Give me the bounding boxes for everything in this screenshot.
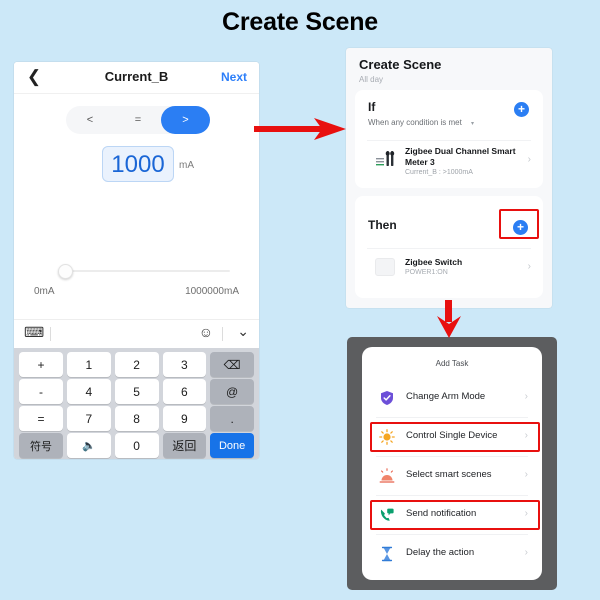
task-row-change-arm-mode[interactable]: Change Arm Mode ›	[362, 379, 542, 417]
value-unit-label: mA	[179, 160, 194, 171]
value-slider-knob[interactable]	[58, 264, 73, 279]
left-navbar: ❮ Current_B Next	[14, 62, 259, 94]
add-condition-button[interactable]: +	[514, 102, 529, 117]
energy-meter-icon	[375, 148, 397, 170]
key-1[interactable]: 1	[67, 352, 111, 377]
keyboard-row-4: 符号 🔈 0 返回 Done	[17, 433, 256, 458]
emoji-icon[interactable]: ☺	[199, 324, 213, 340]
key-equals[interactable]: =	[19, 406, 63, 431]
task-label-2: Select smart scenes	[406, 469, 492, 480]
keyboard-switch-icon[interactable]: ⌨	[24, 324, 44, 341]
task-row-control-single-device[interactable]: Control Single Device ›	[362, 418, 542, 456]
value-slider-track[interactable]	[62, 270, 230, 272]
then-card: Then + Zigbee Switch POWER1:ON ›	[355, 196, 543, 298]
comparison-segmented-control[interactable]: < = >	[66, 106, 210, 134]
switch-icon	[375, 258, 395, 276]
key-3[interactable]: 3	[162, 352, 207, 377]
action-device-meta: POWER1:ON	[405, 269, 448, 276]
keyboard-toolbar: ⌨ ☺ ⌄	[14, 319, 259, 348]
arrow-right	[252, 115, 348, 143]
create-scene-subtitle: All day	[359, 75, 384, 84]
key-return[interactable]: 返回	[162, 433, 207, 458]
mic-icon[interactable]: 🔈	[67, 433, 111, 458]
add-task-header: Add Task	[435, 359, 469, 368]
add-task-screen: Add Task Change Arm Mode › Control Singl…	[362, 347, 542, 580]
key-9[interactable]: 9	[162, 406, 207, 431]
if-condition-label[interactable]: When any condition is met	[368, 118, 462, 127]
if-label: If	[368, 100, 376, 114]
value-input-text: 1000	[111, 151, 165, 178]
value-input[interactable]: 1000	[102, 146, 174, 182]
card-divider-2	[367, 248, 531, 249]
hourglass-icon	[379, 546, 395, 562]
page-title: Create Scene	[221, 8, 379, 36]
key-2[interactable]: 2	[114, 352, 159, 377]
device-name: Zigbee Dual Channel Smart Meter 3	[405, 146, 516, 167]
add-action-button[interactable]: +	[513, 220, 528, 235]
key-8[interactable]: 8	[114, 406, 159, 431]
device-condition-meta: Current_B : >1000mA	[405, 169, 473, 176]
keyboard-row-2: - 4 5 6 @	[17, 379, 256, 404]
create-scene-title: Create Scene	[359, 57, 442, 72]
task-row-delay-the-action[interactable]: Delay the action ›	[362, 535, 542, 573]
action-device-name: Zigbee Switch	[405, 257, 463, 267]
card-divider	[367, 140, 531, 141]
keyboard-row-1: + 1 2 3 ⌫	[17, 352, 256, 377]
done-button[interactable]: Done	[210, 433, 254, 458]
add-task-phone-frame: Add Task Change Arm Mode › Control Singl…	[347, 337, 557, 590]
create-scene-screen: Create Scene All day If When any conditi…	[346, 48, 552, 308]
chevron-right-icon[interactable]: ›	[525, 508, 528, 519]
numeric-keyboard[interactable]: + 1 2 3 ⌫ - 4 5 6 @ = 7 8 9 . 符号 🔈 0 返回 …	[14, 348, 259, 459]
task-row-send-notification[interactable]: Send notification ›	[362, 496, 542, 534]
key-symbols[interactable]: 符号	[19, 433, 63, 458]
keyboard-row-3: = 7 8 9 .	[17, 406, 256, 431]
key-6[interactable]: 6	[162, 379, 207, 404]
next-button[interactable]: Next	[221, 70, 247, 84]
chevron-right-icon[interactable]: ›	[525, 430, 528, 441]
phone-message-icon	[379, 507, 395, 523]
key-minus[interactable]: -	[19, 379, 63, 404]
key-0[interactable]: 0	[114, 433, 159, 458]
chevron-right-icon[interactable]: ›	[525, 547, 528, 558]
left-phone-screen: ❮ Current_B Next < = > 1000 mA 0mA 10000…	[14, 62, 259, 459]
task-label-1: Control Single Device	[406, 430, 498, 441]
task-label-0: Change Arm Mode	[406, 391, 486, 402]
toolbar-divider	[50, 327, 51, 341]
comparison-equal[interactable]: =	[114, 106, 162, 134]
toolbar-divider-2	[222, 327, 223, 341]
task-label-4: Delay the action	[406, 547, 475, 558]
task-label-3: Send notification	[406, 508, 477, 519]
key-4[interactable]: 4	[67, 379, 111, 404]
chevron-down-icon[interactable]: ▾	[471, 120, 474, 127]
comparison-greater-than[interactable]: >	[161, 106, 210, 134]
key-plus[interactable]: +	[19, 352, 63, 377]
comparison-less-than[interactable]: <	[66, 106, 114, 134]
then-label: Then	[368, 218, 397, 232]
bulb-icon	[379, 429, 395, 445]
smart-scene-icon	[379, 468, 395, 484]
backspace-icon[interactable]: ⌫	[210, 352, 254, 377]
shield-check-icon	[379, 390, 395, 406]
left-phone-body: < = > 1000 mA 0mA 1000000mA	[14, 94, 259, 319]
key-period[interactable]: .	[210, 406, 254, 431]
chevron-right-icon[interactable]: ›	[525, 391, 528, 402]
task-row-select-smart-scenes[interactable]: Select smart scenes ›	[362, 457, 542, 495]
chevron-right-icon-2[interactable]: ›	[528, 261, 531, 272]
key-at[interactable]: @	[210, 379, 254, 404]
chevron-down-icon[interactable]: ⌄	[237, 323, 249, 340]
arrow-down	[432, 300, 466, 340]
slider-min-label: 0mA	[34, 286, 55, 297]
key-7[interactable]: 7	[67, 406, 111, 431]
if-card: If When any condition is met ▾ + Zigbee …	[355, 90, 543, 188]
chevron-right-icon[interactable]: ›	[525, 469, 528, 480]
key-5[interactable]: 5	[114, 379, 159, 404]
chevron-right-icon[interactable]: ›	[528, 154, 531, 165]
slider-max-label: 1000000mA	[185, 286, 239, 297]
